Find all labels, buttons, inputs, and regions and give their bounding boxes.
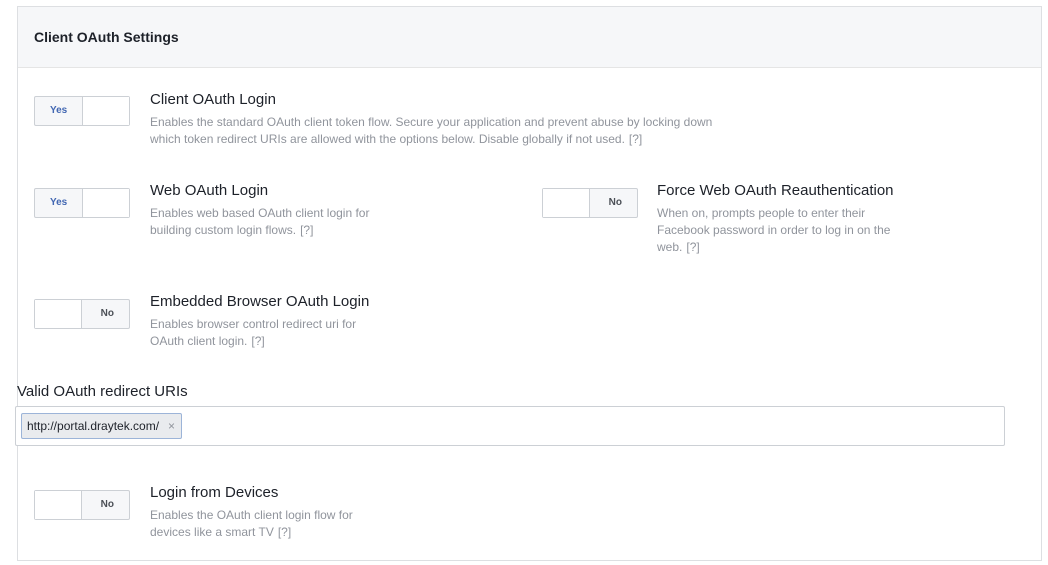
- client-oauth-login-title: Client OAuth Login: [150, 91, 276, 108]
- toggle-knob: [35, 300, 82, 328]
- toggle-knob: [82, 97, 129, 125]
- toggle-state-label: No: [608, 197, 622, 208]
- redirect-uris-label: Valid OAuth redirect URIs: [17, 383, 188, 400]
- panel-title: Client OAuth Settings: [34, 29, 179, 45]
- login-from-devices-toggle[interactable]: No: [34, 490, 130, 520]
- web-oauth-login-title: Web OAuth Login: [150, 182, 269, 199]
- force-web-oauth-reauthentication-toggle[interactable]: No: [542, 188, 638, 218]
- description-line: building custom login flows. [?]: [150, 223, 314, 237]
- description-line: Enables the standard OAuth client token …: [150, 115, 713, 129]
- client-oauth-settings-panel: Client OAuth Settings: [17, 6, 1042, 561]
- toggle-state-label: No: [100, 308, 114, 319]
- help-link[interactable]: [?]: [686, 240, 699, 254]
- description-line: Enables web based OAuth client login for: [150, 206, 370, 220]
- description-line: web. [?]: [657, 240, 700, 254]
- description-line: Enables browser control redirect uri for: [150, 317, 357, 331]
- help-link[interactable]: [?]: [278, 525, 291, 539]
- description-line: which token redirect URIs are allowed wi…: [150, 132, 643, 146]
- toggle-knob: [82, 189, 129, 217]
- client-oauth-login-toggle[interactable]: Yes: [34, 96, 130, 126]
- toggle-state-label: No: [100, 499, 114, 510]
- panel-header: Client OAuth Settings: [18, 7, 1041, 68]
- help-link[interactable]: [?]: [629, 132, 642, 146]
- redirect-uri-token-text: http://portal.draytek.com/: [27, 419, 160, 433]
- description-line: Facebook password in order to log in on …: [657, 223, 891, 237]
- description-line: Enables the OAuth client login flow for: [150, 508, 353, 522]
- embedded-browser-oauth-login-toggle[interactable]: No: [34, 299, 130, 329]
- redirect-uri-token: http://portal.draytek.com/ ×: [21, 413, 183, 439]
- toggle-knob: [35, 491, 82, 519]
- login-from-devices-description: Enables the OAuth client login flow for …: [150, 507, 480, 541]
- embedded-browser-oauth-login-description: Enables browser control redirect uri for…: [150, 316, 480, 350]
- force-web-oauth-reauthentication-description: When on, prompts people to enter their F…: [657, 205, 997, 256]
- embedded-browser-oauth-login-title: Embedded Browser OAuth Login: [150, 293, 370, 310]
- help-link[interactable]: [?]: [300, 223, 313, 237]
- toggle-state-label: Yes: [50, 105, 68, 116]
- remove-token-icon[interactable]: ×: [168, 414, 175, 438]
- web-oauth-login-description: Enables web based OAuth client login for…: [150, 205, 480, 239]
- login-from-devices-title: Login from Devices: [150, 484, 279, 501]
- redirect-uris-input[interactable]: http://portal.draytek.com/ ×: [15, 406, 1005, 446]
- description-line: When on, prompts people to enter their: [657, 206, 866, 220]
- toggle-state-label: Yes: [50, 197, 68, 208]
- description-line: OAuth client login. [?]: [150, 334, 265, 348]
- toggle-knob: [543, 189, 590, 217]
- client-oauth-login-description: Enables the standard OAuth client token …: [150, 114, 950, 148]
- description-line: devices like a smart TV [?]: [150, 525, 292, 539]
- web-oauth-login-toggle[interactable]: Yes: [34, 188, 130, 218]
- help-link[interactable]: [?]: [251, 334, 264, 348]
- force-web-oauth-reauthentication-title: Force Web OAuth Reauthentication: [657, 182, 894, 199]
